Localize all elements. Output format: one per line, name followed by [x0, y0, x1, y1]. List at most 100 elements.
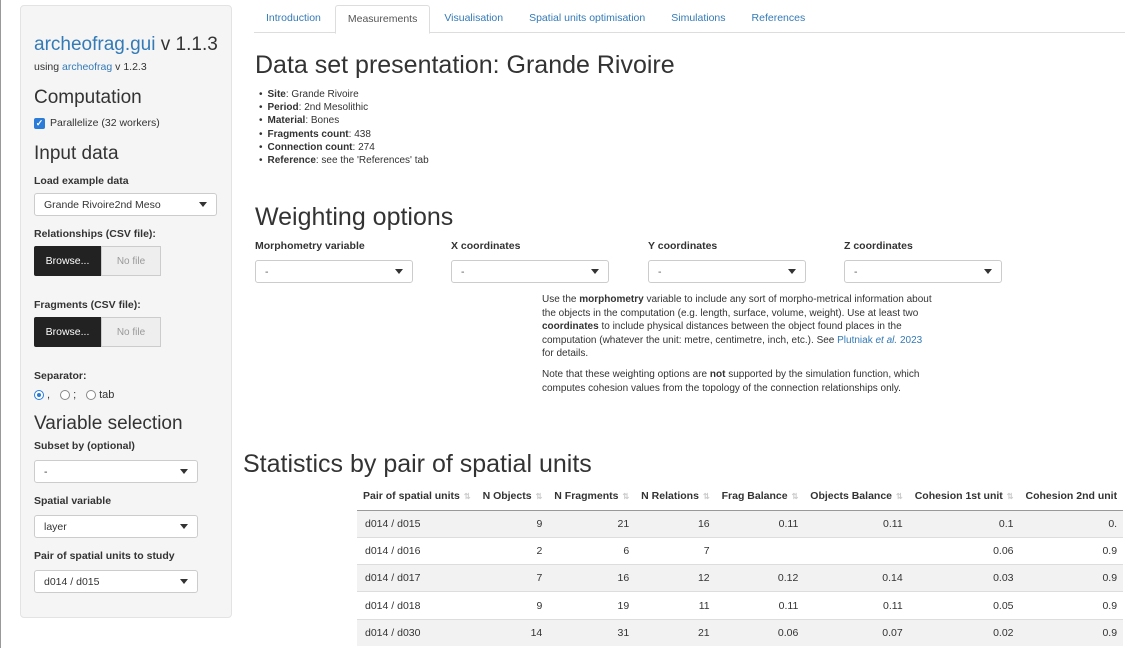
dataset-title: Data set presentation: Grande Rivoire — [255, 51, 675, 79]
y-coordinates-value: - — [658, 265, 662, 278]
tab-introduction[interactable]: Introduction — [254, 5, 333, 33]
plutniak-2023-link[interactable]: Plutniak et al. 2023 — [837, 335, 922, 346]
table-row: d014 / d018 9 19 11 0.11 0.11 0.05 0.9 — [357, 591, 1124, 620]
weighting-title: Weighting options — [255, 203, 454, 231]
table-row: d014 / d030 14 31 21 0.06 0.07 0.02 0.9 — [357, 618, 1124, 647]
cell-frag-balance: 0.11 — [715, 591, 805, 620]
separator-radio-group: , ; tab — [34, 389, 218, 401]
cell-n-objects: 9 — [476, 591, 549, 620]
cell-cohesion-1st: 0.05 — [908, 591, 1020, 620]
tab-bar: Introduction Measurements Visualisation … — [254, 5, 1125, 34]
subset-select[interactable]: - — [34, 460, 198, 483]
cell-n-objects: 9 — [476, 509, 549, 538]
y-coordinates-label: Y coordinates — [648, 240, 718, 252]
morphometry-label: Morphometry variable — [255, 240, 365, 252]
y-coordinates-select[interactable]: - — [648, 260, 806, 283]
relationships-browse-button[interactable]: Browse... — [34, 246, 101, 276]
list-item: Period: 2nd Mesolithic — [259, 101, 429, 114]
tab-references[interactable]: References — [740, 5, 818, 33]
app-name-link[interactable]: archeofrag.gui — [34, 34, 155, 55]
chevron-down-icon — [395, 269, 403, 274]
separator-semicolon-label: ; — [73, 389, 77, 401]
morphometry-value: - — [265, 265, 269, 278]
checkmark-icon: ✓ — [34, 117, 45, 129]
chevron-down-icon — [180, 524, 188, 529]
cell-objects-balance: 0.11 — [804, 591, 909, 620]
cell-pair: d014 / d018 — [357, 591, 477, 620]
load-example-label: Load example data — [34, 175, 129, 187]
sort-icon: ⇅ — [1006, 492, 1014, 502]
chevron-down-icon — [984, 269, 992, 274]
pair-label: Pair of spatial units to study — [34, 550, 175, 562]
cell-pair: d014 / d015 — [357, 509, 477, 538]
cell-n-relations: 16 — [635, 509, 716, 538]
cell-cohesion-2nd: 0. — [1019, 509, 1124, 538]
cell-n-fragments: 6 — [548, 536, 636, 565]
computation-heading: Computation — [34, 87, 142, 108]
cell-n-fragments: 19 — [548, 591, 636, 620]
using-prefix: using — [34, 61, 63, 73]
chevron-down-icon — [199, 202, 207, 207]
col-header-cohesion-1st[interactable]: Cohesion 1st unit ⇅ — [908, 483, 1020, 511]
archeofrag-link[interactable]: archeofrag — [62, 61, 112, 73]
tab-spatial-units-optimisation[interactable]: Spatial units optimisation — [517, 5, 657, 33]
z-coordinates-select[interactable]: - — [844, 260, 1002, 283]
separator-semicolon-radio[interactable] — [60, 390, 71, 400]
sort-icon: ⇅ — [463, 492, 471, 502]
app-version: v 1.1.3 — [155, 34, 218, 55]
cell-pair: d014 / d017 — [357, 564, 477, 592]
chevron-down-icon — [788, 269, 796, 274]
cell-frag-balance: 0.12 — [715, 564, 805, 592]
sidebar-panel: archeofrag.gui v 1.1.3 using archeofrag … — [20, 5, 232, 618]
sort-icon: ⇅ — [702, 492, 710, 502]
col-header-objects-balance[interactable]: Objects Balance ⇅ — [804, 483, 909, 511]
tab-measurements[interactable]: Measurements — [334, 5, 431, 34]
col-header-n-relations[interactable]: N Relations ⇅ — [635, 483, 716, 511]
list-item: Reference: see the 'References' tab — [259, 154, 429, 167]
load-example-value: Grande Rivoire2nd Meso — [44, 198, 161, 211]
cell-cohesion-1st: 0.1 — [908, 509, 1020, 538]
cell-cohesion-2nd: 0.9 — [1019, 591, 1124, 620]
col-header-n-objects[interactable]: N Objects ⇅ — [476, 483, 549, 511]
table-row: d014 / d016 2 6 7 0.06 0.9 — [357, 536, 1124, 565]
cell-cohesion-2nd: 0.9 — [1019, 564, 1124, 592]
morphometry-select[interactable]: - — [255, 260, 413, 283]
z-coordinates-field: Z coordinates - — [844, 240, 1004, 283]
stats-title: Statistics by pair of spatial units — [243, 450, 592, 478]
chevron-down-icon — [180, 579, 188, 584]
fragments-browse-button[interactable]: Browse... — [34, 317, 101, 347]
z-coordinates-label: Z coordinates — [844, 240, 913, 252]
separator-tab-label: tab — [99, 389, 115, 401]
tab-simulations[interactable]: Simulations — [659, 5, 737, 33]
col-header-cohesion-2nd[interactable]: Cohesion 2nd unit — [1019, 483, 1124, 511]
cell-n-fragments: 16 — [548, 564, 636, 592]
sort-icon: ⇅ — [896, 492, 903, 502]
list-item: Material: Bones — [259, 114, 429, 127]
cell-n-fragments: 21 — [548, 509, 636, 538]
spatial-variable-select[interactable]: layer — [34, 515, 198, 538]
load-example-select[interactable]: Grande Rivoire2nd Meso — [34, 193, 217, 216]
variable-selection-heading: Variable selection — [34, 413, 183, 434]
using-line: using archeofrag v 1.2.3 — [34, 61, 218, 73]
x-coordinates-value: - — [461, 265, 465, 278]
separator-comma-radio[interactable] — [34, 390, 44, 400]
using-version: v 1.2.3 — [112, 61, 147, 73]
x-coordinates-select[interactable]: - — [451, 260, 609, 283]
relationships-file-input: Browse... No file — [34, 246, 218, 276]
separator-tab-radio[interactable] — [86, 390, 97, 400]
relationships-file-name: No file — [101, 246, 161, 276]
table-row: d014 / d015 9 21 16 0.11 0.11 0.1 0. — [357, 509, 1124, 538]
pair-select[interactable]: d014 / d015 — [34, 570, 198, 593]
cell-n-relations: 12 — [635, 564, 716, 592]
col-header-frag-balance[interactable]: Frag Balance ⇅ — [715, 483, 805, 511]
cell-objects-balance: 0.07 — [804, 618, 909, 647]
table-row: d014 / d017 7 16 12 0.12 0.14 0.03 0.9 — [357, 564, 1124, 592]
cell-objects-balance: 0.14 — [804, 564, 909, 592]
col-header-pair[interactable]: Pair of spatial units ⇅ — [357, 483, 477, 511]
col-header-n-fragments[interactable]: N Fragments ⇅ — [548, 483, 636, 511]
y-coordinates-field: Y coordinates - — [648, 240, 808, 283]
cell-n-relations: 11 — [635, 591, 716, 620]
cell-n-relations: 21 — [635, 618, 716, 647]
parallelize-checkbox[interactable]: ✓ Parallelize (32 workers) — [34, 117, 218, 129]
tab-visualisation[interactable]: Visualisation — [432, 5, 515, 33]
